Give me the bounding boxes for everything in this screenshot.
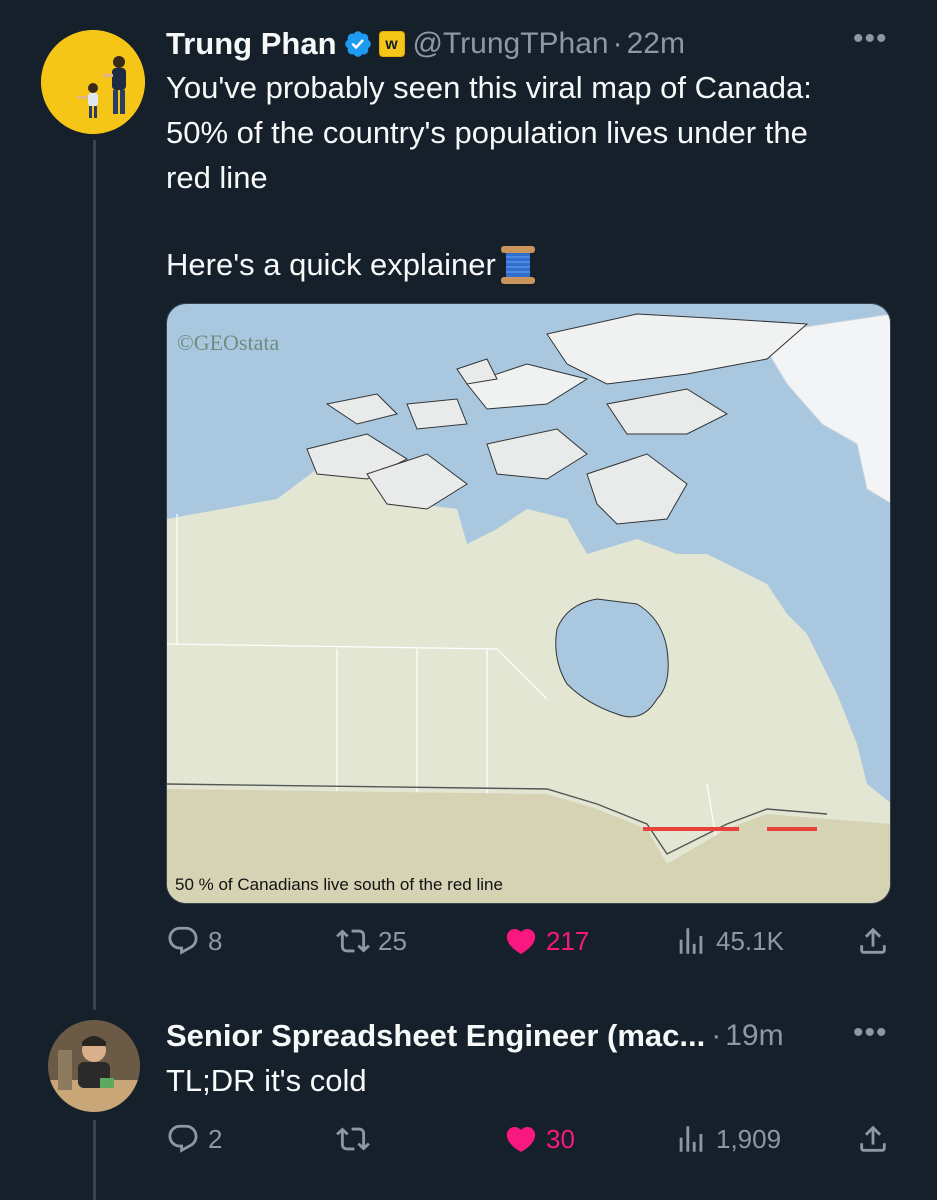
reply-count: 8 [208,925,223,956]
share-icon [860,927,886,954]
share-icon [860,1125,886,1152]
separator-dot: · [612,27,623,60]
heart-filled-icon [506,1126,536,1152]
thread-connector-line [93,140,96,1010]
retweet-icon [336,1127,370,1151]
view-count: 1,909 [716,1123,782,1154]
spool-of-thread-icon [500,245,535,284]
views-button[interactable]: 45.1K [674,924,784,958]
like-count: 217 [546,925,590,956]
reply-icon [168,1124,198,1153]
tweet-text: You've probably seen this viral map of C… [166,65,906,200]
avatar-illustration [41,30,145,134]
analytics-icon [679,928,703,954]
retweet-button[interactable]: 25 [336,924,407,958]
reply-count: 2 [208,1123,223,1154]
view-count: 45.1K [716,925,784,956]
reply-timestamp[interactable]: 19m [725,1019,783,1053]
tweet-text-line: red line [166,160,268,195]
reply-header: Senior Spreadsheet Engineer (mac... · 19… [166,1016,784,1056]
verified-badge-icon [344,31,371,57]
reply-button[interactable]: 2 [166,1122,222,1156]
map-caption: 50 % of Canadians live south of the red … [175,875,503,894]
analytics-icon [679,1126,703,1152]
retweet-icon [336,929,370,953]
retweet-button[interactable] [336,1122,378,1156]
reply-icon [168,926,198,955]
more-options-icon[interactable]: ••• [853,22,888,56]
tweet-text-explainer: Here's a quick explainer [166,247,496,282]
canada-map-image: ©GEOstata 50 % of Canadians live south o… [167,304,890,903]
share-button[interactable] [856,1122,898,1156]
retweet-count: 25 [378,925,407,956]
tweet-media-map[interactable]: ©GEOstata 50 % of Canadians live south o… [166,303,891,904]
separator-dot: · [711,1019,722,1052]
thread-connector-line [93,1120,96,1200]
tweet-actions-bar: 8 25 217 45.1K [166,924,891,964]
tweet-text-explainer-row: Here's a quick explainer [166,242,538,287]
more-options-icon[interactable]: ••• [853,1016,888,1050]
author-name[interactable]: Trung Phan [166,26,337,62]
author-avatar[interactable] [41,30,145,134]
reply-button[interactable]: 8 [166,924,222,958]
reply-author-name[interactable]: Senior Spreadsheet Engineer (mac... [166,1018,705,1054]
author-handle[interactable]: @TrungTPhan [413,27,609,61]
reply-avatar-photo [48,1020,140,1112]
tweet-text-line: You've probably seen this viral map of C… [166,70,812,105]
affiliate-badge-icon: w [378,31,405,57]
tweet-header: Trung Phan w @TrungTPhan · 22m [166,24,685,64]
like-count: 30 [546,1123,575,1154]
reply-actions-bar: 2 30 1,909 [166,1122,891,1162]
reply-author-avatar[interactable] [48,1020,140,1112]
map-watermark: ©GEOstata [177,330,279,355]
views-button[interactable]: 1,909 [674,1122,781,1156]
heart-filled-icon [506,928,536,954]
like-button[interactable]: 30 [504,1122,575,1156]
tweet-text-line: 50% of the country's population lives un… [166,115,808,150]
like-button[interactable]: 217 [504,924,589,958]
reply-text: TL;DR it's cold [166,1063,367,1098]
share-button[interactable] [856,924,898,958]
tweet-timestamp[interactable]: 22m [627,27,685,61]
